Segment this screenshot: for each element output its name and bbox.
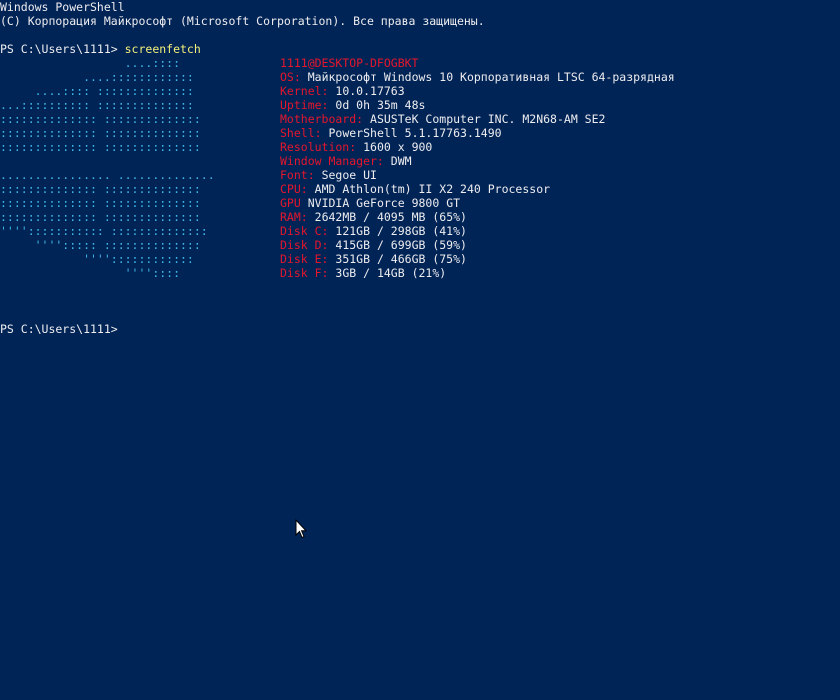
info-value: AMD Athlon(tm) II X2 240 Processor — [314, 182, 551, 196]
info-row-gpu: GPU NVIDIA GeForce 9800 GT — [280, 196, 460, 210]
info-value: 351GB / 466GB (75%) — [335, 252, 467, 266]
info-row-disk-f: Disk F: 3GB / 14GB (21%) — [280, 266, 446, 280]
info-key: OS: — [280, 70, 301, 84]
info-value: PowerShell 5.1.17763.1490 — [328, 126, 502, 140]
info-row-window-manager: Window Manager: DWM — [280, 154, 412, 168]
info-key: Window Manager: — [280, 154, 384, 168]
info-key: Disk D: — [280, 238, 329, 252]
info-value: 1600 x 900 — [363, 140, 433, 154]
info-value: 0d 0h 35m 48s — [335, 98, 426, 112]
info-row-disk-d: Disk D: 415GB / 699GB (59%) — [280, 238, 467, 252]
logo-line: :::::::::::::: :::::::::::::: — [0, 140, 201, 154]
logo-line: ................ .............. — [0, 168, 215, 182]
powershell-console[interactable]: Windows PowerShell (C) Корпорация Майкро… — [0, 0, 840, 700]
info-key: Disk C: — [280, 224, 329, 238]
info-row-resolution: Resolution: 1600 x 900 — [280, 140, 432, 154]
user-host: 1111@DESKTOP-DFOGBKT — [280, 56, 419, 70]
prompt-text: PS C:\Users\1111> — [0, 322, 118, 336]
logo-line: ...:::::::::: :::::::::::::: — [0, 98, 194, 112]
info-key: Disk E: — [280, 252, 329, 266]
logo-line: '''':::::::::::: — [0, 252, 194, 266]
logo-line: ....:::::::::::: — [0, 70, 194, 84]
logo-line: :::::::::::::: :::::::::::::: — [0, 182, 201, 196]
logo-line: ....:::: — [0, 56, 181, 70]
info-value: DWM — [390, 154, 412, 168]
info-row-uptime: Uptime: 0d 0h 35m 48s — [280, 98, 425, 112]
info-key: Motherboard: — [280, 112, 364, 126]
info-key: Font: — [280, 168, 315, 182]
logo-line: ''''::::::::::: :::::::::::::: — [0, 224, 208, 238]
mouse-pointer-icon — [295, 519, 307, 539]
info-row-kernel: Kernel: 10.0.17763 — [280, 84, 405, 98]
info-row-os: OS: Майкрософт Windows 10 Корпоративная … — [280, 70, 675, 84]
logo-line: :::::::::::::: :::::::::::::: — [0, 210, 201, 224]
command-text: screenfetch — [124, 42, 201, 56]
prompt-text: PS C:\Users\1111> — [0, 42, 125, 56]
info-value: 10.0.17763 — [335, 84, 405, 98]
info-key: RAM: — [280, 210, 308, 224]
logo-line: ''''::::: :::::::::::::: — [0, 238, 201, 252]
info-row-ram: RAM: 2642MB / 4095 MB (65%) — [280, 210, 467, 224]
info-value: 121GB / 298GB (41%) — [335, 224, 467, 238]
info-row-shell: Shell: PowerShell 5.1.17763.1490 — [280, 126, 502, 140]
info-row-cpu: CPU: AMD Athlon(tm) II X2 240 Processor — [280, 182, 550, 196]
logo-line: :::::::::::::: :::::::::::::: — [0, 112, 201, 126]
info-value: 415GB / 699GB (59%) — [335, 238, 467, 252]
info-key: Shell: — [280, 126, 322, 140]
info-key: Uptime: — [280, 98, 329, 112]
prompt-line[interactable]: PS C:\Users\1111> — [0, 322, 118, 336]
info-key: CPU: — [280, 182, 308, 196]
info-value: 3GB / 14GB (21%) — [335, 266, 447, 280]
console-title-line: Windows PowerShell — [0, 0, 125, 14]
info-value: Segoe UI — [321, 168, 377, 182]
info-key: Kernel: — [280, 84, 329, 98]
system-info: 1111@DESKTOP-DFOGBKT OS: Майкрософт Wind… — [0, 56, 840, 630]
info-row-disk-e: Disk E: 351GB / 466GB (75%) — [280, 252, 467, 266]
info-value: NVIDIA GeForce 9800 GT — [307, 196, 461, 210]
command-line: PS C:\Users\1111> screenfetch — [0, 42, 201, 56]
info-key: Disk F: — [280, 266, 329, 280]
logo-line: :::::::::::::: :::::::::::::: — [0, 126, 201, 140]
info-value: 2642MB / 4095 MB (65%) — [314, 210, 467, 224]
info-row-font: Font: Segoe UI — [280, 168, 377, 182]
logo-line: :::::::::::::: :::::::::::::: — [0, 196, 201, 210]
info-value: ASUSTeK Computer INC. M2N68-AM SE2 — [370, 112, 606, 126]
logo-line: ....:::: :::::::::::::: — [0, 84, 194, 98]
info-key: Resolution: — [280, 140, 357, 154]
copyright-line: (C) Корпорация Майкрософт (Microsoft Cor… — [0, 14, 485, 28]
info-key: GPU — [280, 196, 301, 210]
logo-line: '''':::: — [0, 266, 181, 280]
info-row-motherboard: Motherboard: ASUSTeK Computer INC. M2N68… — [280, 112, 605, 126]
info-row-disk-c: Disk C: 121GB / 298GB (41%) — [280, 224, 467, 238]
info-value: Майкрософт Windows 10 Корпоративная LTSC… — [307, 70, 675, 84]
